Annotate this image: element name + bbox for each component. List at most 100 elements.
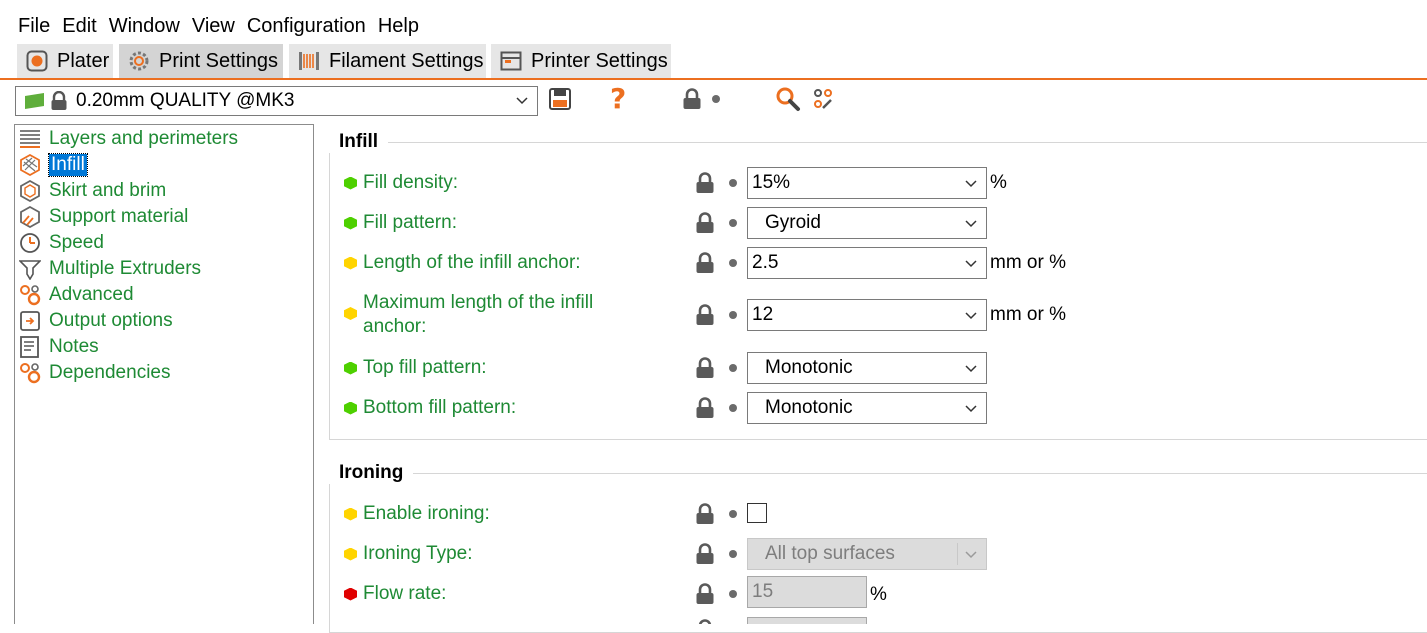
preset-selector[interactable]: 0.20mm QUALITY @MK3	[15, 86, 538, 116]
sidebar-item-label: Skirt and brim	[49, 180, 167, 201]
chevron-down-icon	[964, 307, 978, 329]
sidebar-item-label: Advanced	[49, 284, 134, 305]
unit-label: %	[990, 172, 1007, 193]
ironing-type-select[interactable]: All top surfaces	[747, 538, 987, 570]
menu-help[interactable]: Help	[372, 15, 425, 38]
flow-rate-input[interactable]: 15	[747, 576, 867, 608]
fill-pattern-select[interactable]: Gyroid	[747, 207, 987, 239]
mode-simple-bullet-icon	[344, 361, 357, 375]
tab-printer-settings[interactable]: Printer Settings	[491, 44, 671, 78]
option-lock-indicator[interactable]	[695, 212, 737, 234]
enable-ironing-checkbox[interactable]	[747, 503, 767, 523]
mode-advanced-bullet-icon	[344, 507, 357, 521]
dot-icon	[729, 179, 737, 187]
sidebar-item-label: Multiple Extruders	[49, 258, 202, 279]
compare-presets-icon[interactable]	[813, 88, 835, 115]
lock-icon	[695, 503, 715, 525]
max-infill-anchor-combo[interactable]: 12	[747, 299, 987, 331]
speed-icon	[19, 232, 41, 254]
group-title-infill: Infill	[329, 131, 389, 153]
sidebar-item-label: Support material	[49, 206, 189, 227]
menu-file[interactable]: File	[0, 15, 56, 38]
plater-icon	[25, 50, 49, 72]
sidebar-item-notes[interactable]: Notes	[19, 335, 99, 359]
sidebar-item-support-material[interactable]: Support material	[19, 205, 188, 229]
unit-label: mm or %	[990, 252, 1066, 273]
output-icon	[19, 310, 41, 332]
mode-advanced-bullet-icon	[344, 547, 357, 561]
search-icon[interactable]	[775, 86, 801, 117]
sidebar-item-label: Speed	[49, 232, 104, 253]
sidebar-item-multiple-extruders[interactable]: Multiple Extruders	[19, 257, 201, 281]
menu-bar: File Edit Window View Configuration Help	[0, 10, 425, 42]
sidebar-item-speed[interactable]: Speed	[19, 231, 104, 255]
lock-icon	[695, 397, 715, 419]
option-lock-indicator[interactable]	[695, 304, 737, 326]
sidebar-item-infill[interactable]: Infill	[19, 153, 88, 177]
dot-icon	[729, 590, 737, 598]
lock-icon	[695, 543, 715, 565]
tab-print-settings[interactable]: Print Settings	[119, 44, 283, 78]
option-lock-indicator[interactable]	[695, 503, 737, 525]
lock-icon	[695, 304, 715, 326]
dot-icon	[729, 404, 737, 412]
menu-configuration[interactable]: Configuration	[241, 15, 372, 38]
option-lock-indicator[interactable]	[695, 252, 737, 274]
save-preset-icon[interactable]	[548, 87, 572, 116]
menu-edit[interactable]: Edit	[56, 15, 102, 38]
chevron-down-icon	[964, 255, 978, 277]
preset-name: 0.20mm QUALITY @MK3	[76, 90, 295, 111]
lock-icon	[50, 91, 68, 111]
option-fill-density-label: Fill density:	[344, 171, 458, 195]
group-title-ironing: Ironing	[329, 462, 414, 484]
option-lock-indicator[interactable]	[695, 583, 737, 605]
dot-icon	[729, 510, 737, 518]
option-infill-anchor-label: Length of the infill anchor:	[344, 251, 581, 275]
sidebar-item-label: Output options	[49, 310, 173, 331]
infill-anchor-combo[interactable]: 2.5	[747, 247, 987, 279]
question-icon[interactable]: ?	[607, 82, 631, 119]
unit-label: mm or %	[990, 304, 1066, 325]
option-lock-indicator[interactable]	[695, 543, 737, 565]
dot-icon	[712, 95, 720, 103]
dot-icon	[729, 259, 737, 267]
tab-filament-settings[interactable]: Filament Settings	[289, 44, 486, 78]
mode-simple-bullet-icon	[344, 216, 357, 230]
chevron-down-icon	[964, 400, 978, 422]
menu-view[interactable]: View	[186, 15, 241, 38]
mode-advanced-bullet-icon	[344, 256, 357, 270]
option-bottom-fill-pattern-label: Bottom fill pattern:	[344, 396, 516, 420]
chevron-down-icon	[964, 175, 978, 197]
option-max-infill-anchor-label: Maximum length of the infill anchor:	[363, 292, 594, 337]
sidebar-item-dependencies[interactable]: Dependencies	[19, 361, 170, 385]
extruder-icon	[19, 258, 41, 280]
tab-label: Filament Settings	[329, 49, 484, 72]
option-top-fill-pattern-label: Top fill pattern:	[344, 356, 487, 380]
mode-simple-bullet-icon	[344, 401, 357, 415]
sidebar-item-advanced[interactable]: Advanced	[19, 283, 134, 307]
menu-window[interactable]: Window	[103, 15, 186, 38]
tab-label: Plater	[57, 49, 110, 72]
fill-density-combo[interactable]: 15%	[747, 167, 987, 199]
tab-plater[interactable]: Plater	[17, 44, 113, 78]
option-lock-indicator[interactable]	[695, 397, 737, 419]
bottom-fill-pattern-select[interactable]: Monotonic	[747, 392, 987, 424]
sidebar-item-skirt-and-brim[interactable]: Skirt and brim	[19, 179, 166, 203]
top-fill-pattern-select[interactable]: Monotonic	[747, 352, 987, 384]
lock-icon	[682, 88, 702, 110]
notes-icon	[19, 336, 41, 358]
option-lock-indicator[interactable]	[695, 357, 737, 379]
sidebar-item-label: Dependencies	[49, 362, 171, 383]
sidebar-item-label: Infill	[48, 153, 88, 177]
skirt-icon	[19, 180, 41, 202]
chevron-down-icon	[964, 360, 978, 382]
option-lock-indicator[interactable]	[695, 172, 737, 194]
option-fill-pattern-label: Fill pattern:	[344, 211, 457, 235]
sidebar-item-layers[interactable]: Layers and perimeters	[19, 127, 238, 151]
dependencies-icon	[19, 362, 41, 384]
chevron-down-icon	[964, 546, 978, 568]
unit-label: %	[870, 584, 887, 605]
next-option-input[interactable]	[747, 617, 867, 624]
sidebar-item-output-options[interactable]: Output options	[19, 309, 173, 333]
option-enable-ironing-label: Enable ironing:	[344, 502, 490, 526]
